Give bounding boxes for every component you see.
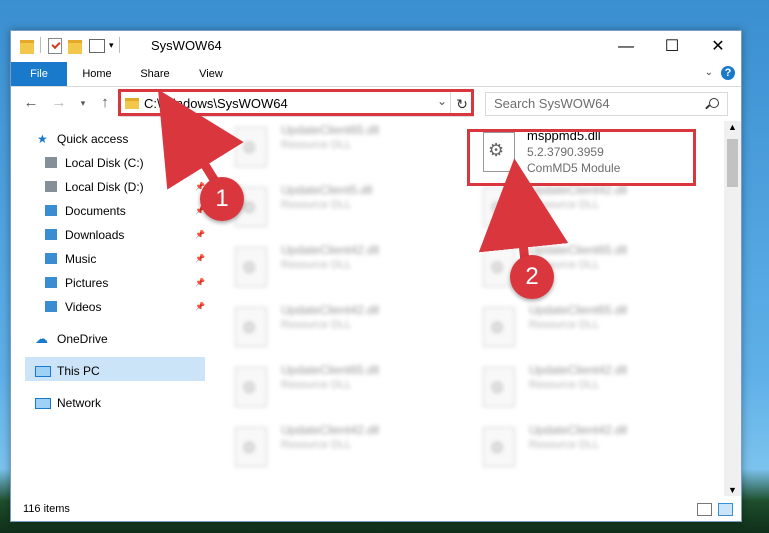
annotation-arrows [158, 89, 569, 267]
step-badge-2: 2 [510, 255, 554, 299]
step-badge-1: 1 [200, 177, 244, 221]
arrow-step1 [158, 89, 244, 191]
arrow-step2 [478, 158, 569, 267]
